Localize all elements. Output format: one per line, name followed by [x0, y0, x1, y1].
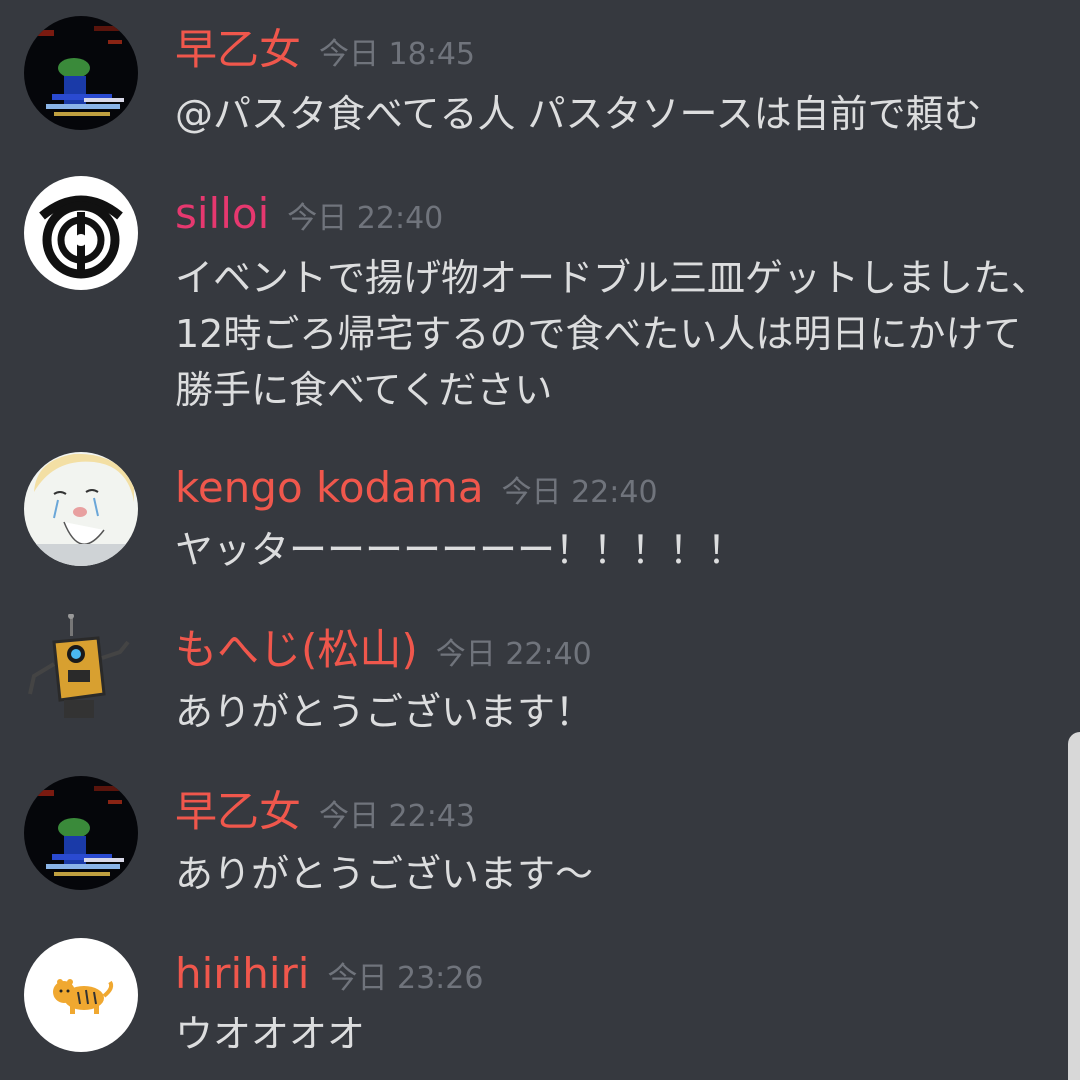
timestamp: 今日 22:40: [435, 637, 592, 672]
emblem-avatar-icon: [24, 176, 138, 290]
message-text: ありがとうございます～: [175, 852, 594, 896]
glitch-landscape-avatar-icon: [24, 776, 138, 890]
glitch-landscape-avatar-icon: [24, 16, 138, 130]
avatar[interactable]: [24, 176, 138, 290]
timestamp: 今日 23:26: [327, 961, 484, 996]
tiger-avatar-icon: [24, 938, 138, 1052]
avatar[interactable]: [24, 938, 138, 1052]
message-text: イベントで揚げ物オードブル三皿ゲットしました、12時ごろ帰宅するので食べたい人は…: [175, 256, 1050, 412]
avatar[interactable]: [24, 614, 138, 728]
timestamp: 今日 22:43: [319, 799, 476, 834]
chat-message-list[interactable]: 早乙女 今日 18:45 @パスタ食べてる人 パスタソースは自前で頼む sillo…: [0, 0, 1080, 1080]
username[interactable]: もへじ(松山): [175, 625, 418, 674]
message-text: ありがとうございます！: [175, 690, 594, 734]
avatar[interactable]: [24, 776, 138, 890]
avatar[interactable]: [24, 452, 138, 566]
crying-character-avatar-icon: [24, 452, 138, 566]
timestamp: 今日 18:45: [319, 37, 476, 72]
message-text: @パスタ食べてる人 パスタソースは自前で頼む: [175, 92, 982, 136]
message-text: ヤッターーーーーーー！！！！！: [175, 528, 746, 572]
username[interactable]: silloi: [175, 189, 269, 238]
message-text: ウオオオオ: [175, 1012, 366, 1056]
username[interactable]: 早乙女: [175, 787, 301, 836]
timestamp: 今日 22:40: [501, 475, 658, 510]
username[interactable]: 早乙女: [175, 25, 301, 74]
avatar[interactable]: [24, 16, 138, 130]
username[interactable]: kengo kodama: [175, 463, 484, 512]
timestamp: 今日 22:40: [287, 201, 444, 236]
username[interactable]: hirihiri: [175, 949, 309, 998]
robot-avatar-icon: [28, 614, 130, 718]
scrollbar[interactable]: [1068, 732, 1080, 1080]
